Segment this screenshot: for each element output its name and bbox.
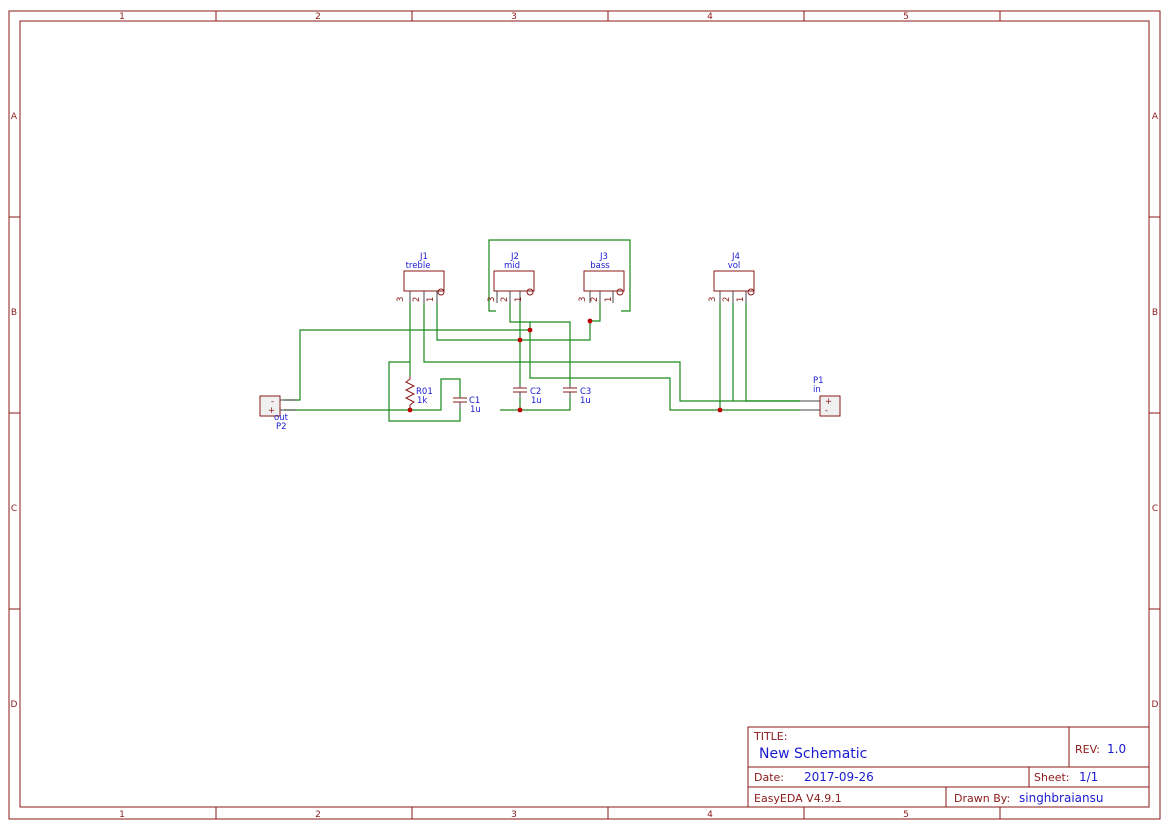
pin-label: 1 [426,297,436,302]
component-ref: P2 [276,422,287,432]
pin-label: 2 [590,297,600,302]
pin-label: 3 [487,297,497,302]
potentiometer-j3: J3 bass 3 2 1 [578,252,625,303]
pin-label: 2 [500,297,510,302]
frame-row-label: D [1152,700,1159,710]
frame-row-label: A [11,112,18,122]
frame-col-label: 4 [707,810,713,820]
capacitor-c2: C2 1u [513,385,542,406]
rev-value: 1.0 [1107,742,1126,756]
potentiometer-j4: J4 vol 3 2 1 [708,252,755,303]
frame-col-label: 5 [903,810,909,820]
frame-col-label: 1 [119,810,125,820]
resistor-r01: R01 1k [404,376,433,410]
pin-label: - [825,406,828,416]
component-value: 1k [417,396,427,406]
frame-row-label: B [1152,308,1158,318]
junction-dot [527,327,533,333]
component-value: in [813,385,821,395]
component-value: 1u [531,396,542,406]
schematic-title: New Schematic [759,746,867,762]
wires [284,239,800,422]
frame-col-label: 4 [707,12,713,22]
date-value: 2017-09-26 [804,770,874,784]
component-value: 1u [470,405,481,415]
pin-label: 2 [412,297,422,302]
pin-label: 1 [514,297,524,302]
pin-label: 1 [604,297,614,302]
connector-p2: - + out P2 [259,395,296,432]
sheet-label: Sheet: [1034,771,1070,784]
pin-label: 3 [578,297,588,302]
software-version: EasyEDA V4.9.1 [754,792,842,805]
wire [745,303,800,402]
frame-row-label: B [11,308,17,318]
pin-label: 2 [722,297,732,302]
pin-label: 3 [396,297,406,302]
component-value: 1u [580,396,591,406]
component-value: treble [406,261,431,271]
wire [519,397,571,411]
wire [509,303,571,385]
date-label: Date: [754,771,784,784]
wire [436,303,520,341]
frame-col-label: 3 [511,810,517,820]
capacitor-c3: C3 1u [563,385,591,406]
frame-col-label: 2 [315,12,321,22]
schematic-sheet: 1 2 3 4 5 1 2 3 4 5 A B C D A B C D TITL… [8,10,1161,820]
frame-row-label: D [11,700,18,710]
title-block: TITLE: New Schematic REV: 1.0 Date: 2017… [747,726,1150,808]
pin-label: 3 [708,297,718,302]
drawn-by-value: singhbraiansu [1019,791,1103,805]
junction-dot [717,407,723,413]
junction-dot [517,337,523,343]
title-label: TITLE: [753,730,787,743]
junction-dot [587,318,593,324]
potentiometer-j2: J2 mid 3 2 1 [487,252,535,303]
frame-row-label: C [1152,504,1158,514]
component-value: bass [590,261,610,271]
rev-label: REV: [1075,743,1100,756]
component-value: mid [504,261,520,271]
frame-col-label: 3 [511,12,517,22]
frame-row-label: C [11,504,17,514]
component-value: vol [728,261,741,271]
pin-label: 1 [736,297,746,302]
drawing-frame: 1 2 3 4 5 1 2 3 4 5 A B C D A B C D [8,10,1161,820]
capacitor-c1: C1 1u [453,396,481,415]
potentiometer-j1: J1 treble 3 2 1 [396,252,445,303]
frame-row-label: A [1152,112,1159,122]
wire [423,303,800,402]
frame-col-label: 2 [315,810,321,820]
sheet-value: 1/1 [1079,770,1098,784]
connector-p1: P1 in + - [800,376,841,417]
frame-col-label: 1 [119,12,125,22]
frame-col-label: 5 [903,12,909,22]
junction-dot [517,407,523,413]
drawn-by-label: Drawn By: [954,792,1010,805]
